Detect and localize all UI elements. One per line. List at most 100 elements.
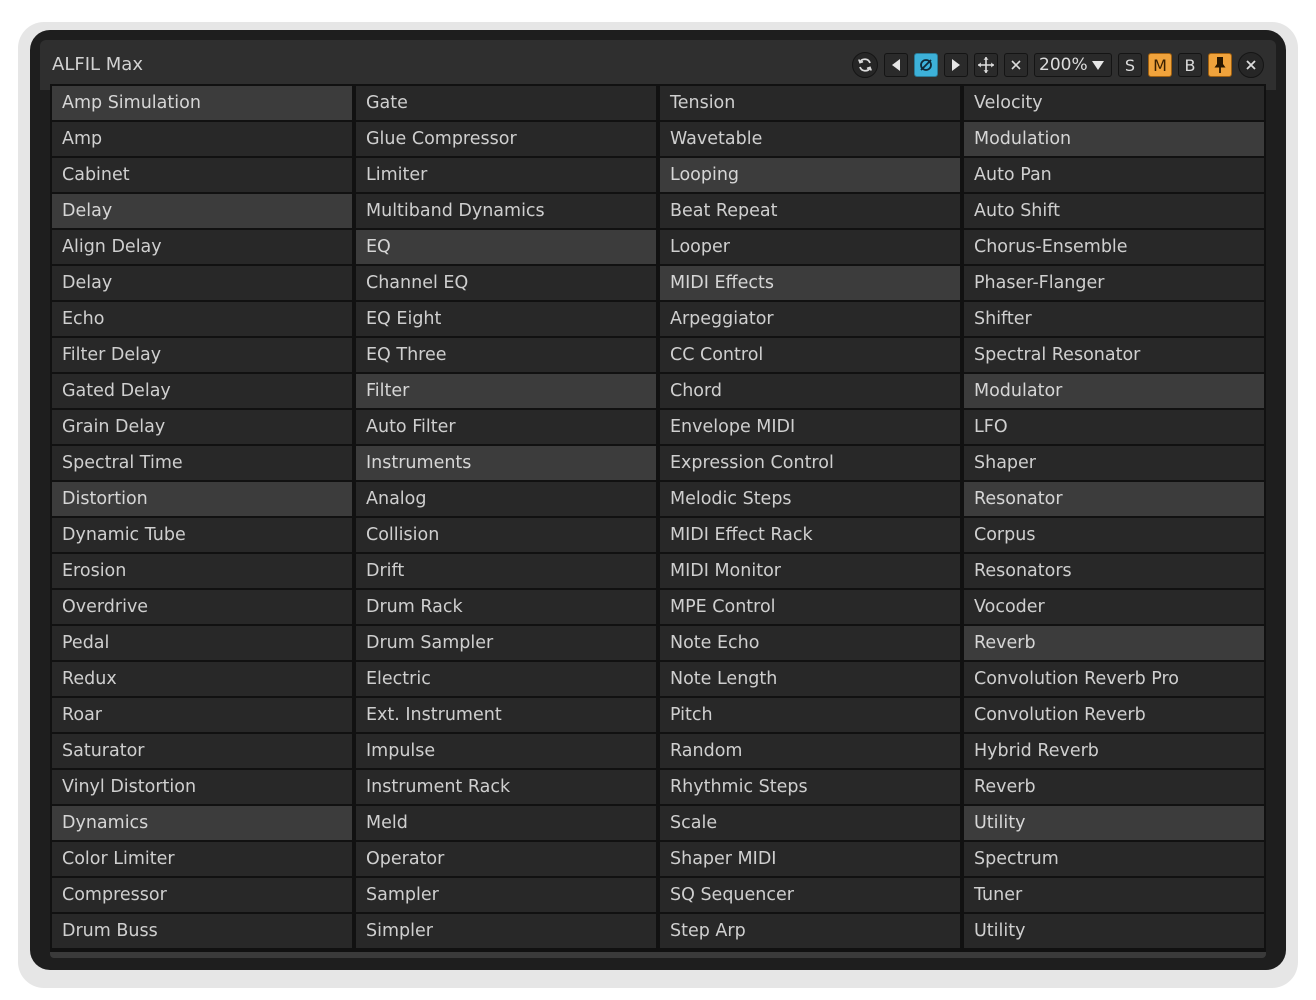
device-item[interactable]: Shaper xyxy=(964,446,1264,480)
clear-button[interactable] xyxy=(1004,53,1028,77)
device-item[interactable]: EQ Eight xyxy=(356,302,656,336)
device-item[interactable]: Tension xyxy=(660,86,960,120)
device-item[interactable]: Chorus-Ensemble xyxy=(964,230,1264,264)
category-header[interactable]: Modulator xyxy=(964,374,1264,408)
device-item[interactable]: Gated Delay xyxy=(52,374,352,408)
device-item[interactable]: Filter Delay xyxy=(52,338,352,372)
device-item[interactable]: Overdrive xyxy=(52,590,352,624)
category-header[interactable]: Utility xyxy=(964,806,1264,840)
device-item[interactable]: Roar xyxy=(52,698,352,732)
device-item[interactable]: Channel EQ xyxy=(356,266,656,300)
device-item[interactable]: SQ Sequencer xyxy=(660,878,960,912)
device-item[interactable]: Looper xyxy=(660,230,960,264)
category-header[interactable]: Delay xyxy=(52,194,352,228)
pin-button[interactable] xyxy=(1208,53,1232,77)
device-item[interactable]: Redux xyxy=(52,662,352,696)
zoom-dropdown[interactable]: 200% xyxy=(1034,53,1112,77)
device-item[interactable]: Gate xyxy=(356,86,656,120)
device-item[interactable]: Auto Filter xyxy=(356,410,656,444)
device-item[interactable]: Dynamic Tube xyxy=(52,518,352,552)
device-item[interactable]: Simpler xyxy=(356,914,656,948)
close-button[interactable] xyxy=(1238,52,1264,78)
device-item[interactable]: Shifter xyxy=(964,302,1264,336)
device-item[interactable]: Utility xyxy=(964,914,1264,948)
category-header[interactable]: Modulation xyxy=(964,122,1264,156)
device-item[interactable]: Envelope MIDI xyxy=(660,410,960,444)
category-header[interactable]: Amp Simulation xyxy=(52,86,352,120)
category-header[interactable]: MIDI Effects xyxy=(660,266,960,300)
next-button[interactable] xyxy=(944,53,968,77)
device-item[interactable]: Delay xyxy=(52,266,352,300)
device-item[interactable]: Analog xyxy=(356,482,656,516)
device-item[interactable]: Phaser-Flanger xyxy=(964,266,1264,300)
device-item[interactable]: MIDI Effect Rack xyxy=(660,518,960,552)
category-header[interactable]: Distortion xyxy=(52,482,352,516)
device-item[interactable]: Cabinet xyxy=(52,158,352,192)
device-item[interactable]: Glue Compressor xyxy=(356,122,656,156)
category-header[interactable]: Resonator xyxy=(964,482,1264,516)
device-item[interactable]: Tuner xyxy=(964,878,1264,912)
device-item[interactable]: Note Length xyxy=(660,662,960,696)
device-item[interactable]: Wavetable xyxy=(660,122,960,156)
device-item[interactable]: Meld xyxy=(356,806,656,840)
device-item[interactable]: Corpus xyxy=(964,518,1264,552)
device-item[interactable]: Erosion xyxy=(52,554,352,588)
move-button[interactable] xyxy=(974,53,998,77)
category-header[interactable]: Reverb xyxy=(964,626,1264,660)
device-item[interactable]: Step Arp xyxy=(660,914,960,948)
b-button[interactable]: B xyxy=(1178,53,1202,77)
prev-button[interactable] xyxy=(884,53,908,77)
device-item[interactable]: EQ Three xyxy=(356,338,656,372)
refresh-button[interactable] xyxy=(852,52,878,78)
category-header[interactable]: Filter xyxy=(356,374,656,408)
device-item[interactable]: Amp xyxy=(52,122,352,156)
device-item[interactable]: Spectral Time xyxy=(52,446,352,480)
device-item[interactable]: Melodic Steps xyxy=(660,482,960,516)
device-item[interactable]: Grain Delay xyxy=(52,410,352,444)
device-item[interactable]: Echo xyxy=(52,302,352,336)
s-button[interactable]: S xyxy=(1118,53,1142,77)
device-item[interactable]: Shaper MIDI xyxy=(660,842,960,876)
device-item[interactable]: Convolution Reverb Pro xyxy=(964,662,1264,696)
device-item[interactable]: Multiband Dynamics xyxy=(356,194,656,228)
device-item[interactable]: Note Echo xyxy=(660,626,960,660)
device-item[interactable]: Hybrid Reverb xyxy=(964,734,1264,768)
device-item[interactable]: Limiter xyxy=(356,158,656,192)
device-item[interactable]: Impulse xyxy=(356,734,656,768)
device-item[interactable]: Spectrum xyxy=(964,842,1264,876)
category-header[interactable]: EQ xyxy=(356,230,656,264)
device-item[interactable]: Rhythmic Steps xyxy=(660,770,960,804)
device-item[interactable]: Random xyxy=(660,734,960,768)
device-item[interactable]: LFO xyxy=(964,410,1264,444)
device-item[interactable]: Expression Control xyxy=(660,446,960,480)
device-item[interactable]: Pitch xyxy=(660,698,960,732)
device-item[interactable]: Scale xyxy=(660,806,960,840)
device-item[interactable]: Arpeggiator xyxy=(660,302,960,336)
device-item[interactable]: MPE Control xyxy=(660,590,960,624)
category-header[interactable]: Instruments xyxy=(356,446,656,480)
device-item[interactable]: Electric xyxy=(356,662,656,696)
device-item[interactable]: Drum Sampler xyxy=(356,626,656,660)
device-item[interactable]: Spectral Resonator xyxy=(964,338,1264,372)
device-item[interactable]: Resonators xyxy=(964,554,1264,588)
device-item[interactable]: Auto Pan xyxy=(964,158,1264,192)
category-header[interactable]: Dynamics xyxy=(52,806,352,840)
device-item[interactable]: Beat Repeat xyxy=(660,194,960,228)
device-item[interactable]: CC Control xyxy=(660,338,960,372)
device-item[interactable]: Operator xyxy=(356,842,656,876)
device-item[interactable]: Velocity xyxy=(964,86,1264,120)
device-item[interactable]: Align Delay xyxy=(52,230,352,264)
category-header[interactable]: Looping xyxy=(660,158,960,192)
device-item[interactable]: Reverb xyxy=(964,770,1264,804)
device-item[interactable]: Collision xyxy=(356,518,656,552)
device-item[interactable]: Instrument Rack xyxy=(356,770,656,804)
device-item[interactable]: Drum Rack xyxy=(356,590,656,624)
device-item[interactable]: Convolution Reverb xyxy=(964,698,1264,732)
device-item[interactable]: MIDI Monitor xyxy=(660,554,960,588)
m-button[interactable]: M xyxy=(1148,53,1172,77)
device-item[interactable]: Drift xyxy=(356,554,656,588)
device-item[interactable]: Drum Buss xyxy=(52,914,352,948)
device-item[interactable]: Saturator xyxy=(52,734,352,768)
device-item[interactable]: Auto Shift xyxy=(964,194,1264,228)
device-item[interactable]: Compressor xyxy=(52,878,352,912)
